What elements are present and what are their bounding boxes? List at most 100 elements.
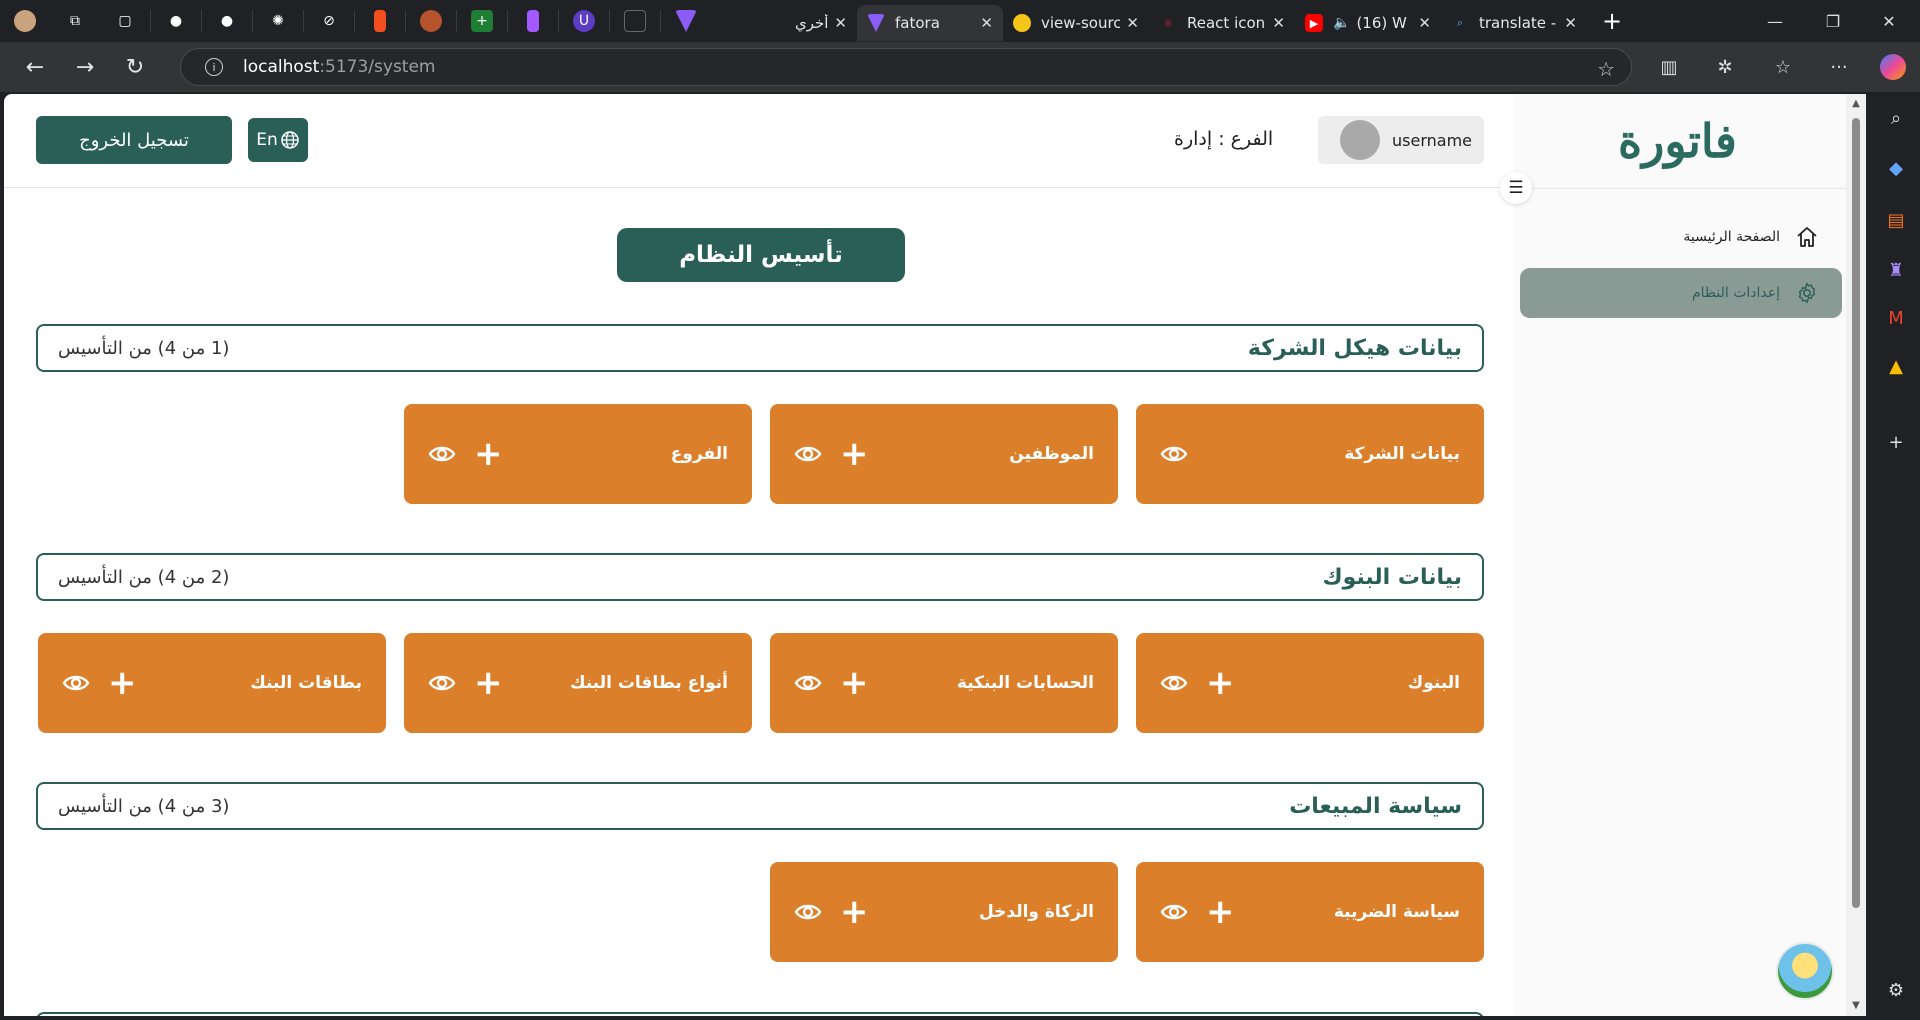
sidebar-item-system-settings[interactable]: إعدادات النظام <box>1520 268 1842 318</box>
eye-icon[interactable] <box>794 898 822 926</box>
back-button[interactable]: ← <box>10 42 60 92</box>
tab-other[interactable]: أخري ✕ <box>711 5 857 41</box>
scroll-up-icon[interactable]: ▲ <box>1850 98 1862 110</box>
plus-icon[interactable]: + <box>1206 895 1235 929</box>
card-branches[interactable]: + الفروع <box>404 404 752 504</box>
pinned-tab-github-1[interactable]: ● <box>151 0 201 42</box>
more-button[interactable]: ··· <box>1814 42 1864 92</box>
page-title: تأسيس النظام <box>617 228 905 282</box>
logout-button[interactable]: تسجيل الخروج <box>36 116 232 164</box>
pinned-tab-openai[interactable]: ✺ <box>253 0 303 42</box>
floating-island-icon[interactable] <box>1776 942 1834 1000</box>
edge-sidebar: ⌕ ◆ ▤ ♜ M ▲ + ⚙ <box>1872 92 1920 1020</box>
card-label: أنواع بطاقات البنك <box>570 673 728 693</box>
copilot-button[interactable] <box>1868 42 1918 92</box>
speaker-icon[interactable]: 🔈 <box>1333 15 1350 31</box>
favorites-button[interactable]: ☆ <box>1758 42 1808 92</box>
profile-avatar[interactable] <box>0 0 50 42</box>
games-icon[interactable]: ♜ <box>1884 258 1908 282</box>
info-icon[interactable]: i <box>205 58 223 76</box>
scroll-down-icon[interactable]: ▼ <box>1850 1000 1862 1012</box>
close-window-button[interactable]: ✕ <box>1864 0 1914 42</box>
branch-info: الفرع : إدارة <box>1174 128 1273 150</box>
card-label: بيانات الشركة <box>1344 444 1460 464</box>
plus-icon[interactable]: + <box>1206 666 1235 700</box>
pinned-tab-figma-1[interactable] <box>355 0 405 42</box>
card-employees[interactable]: + الموظفين <box>770 404 1118 504</box>
scrollbar-thumb[interactable] <box>1852 118 1860 908</box>
pinned-tab-sheets[interactable]: + <box>457 0 507 42</box>
ball-icon <box>420 10 442 32</box>
tag-icon[interactable]: ◆ <box>1884 156 1908 180</box>
sidebar-item-home[interactable]: الصفحة الرئيسية <box>1520 212 1842 262</box>
split-screen-button[interactable]: ▥ <box>1644 42 1694 92</box>
eye-icon[interactable] <box>428 669 456 697</box>
toolbox-icon[interactable]: ▤ <box>1884 208 1908 232</box>
pinned-tab-figma-2[interactable] <box>508 0 558 42</box>
plus-icon[interactable]: + <box>840 895 869 929</box>
close-icon[interactable]: ✕ <box>1418 14 1431 32</box>
pinned-tab-github-2[interactable]: ● <box>202 0 252 42</box>
add-icon[interactable]: + <box>1884 430 1908 454</box>
tab-fatora[interactable]: fatora ✕ <box>857 5 1003 41</box>
eye-icon[interactable] <box>428 440 456 468</box>
close-icon[interactable]: ✕ <box>1564 14 1577 32</box>
url-input[interactable]: i localhost:5173/system ☆ <box>180 48 1632 86</box>
sidebar-toggle-button[interactable]: ☰ <box>1500 172 1532 204</box>
card-bank-card-types[interactable]: + أنواع بطاقات البنك <box>404 633 752 733</box>
plus-icon[interactable]: + <box>108 666 137 700</box>
pinned-tab-u[interactable]: U <box>559 0 609 42</box>
language-toggle-button[interactable]: En <box>248 118 308 162</box>
user-menu[interactable]: username <box>1318 116 1484 164</box>
minimize-button[interactable]: — <box>1750 0 1800 42</box>
plus-icon[interactable]: + <box>474 437 503 471</box>
extensions-button[interactable]: ✲ <box>1700 42 1750 92</box>
workspaces-button[interactable]: ⧉ <box>50 0 100 42</box>
tab-youtube[interactable]: ▶ 🔈 (16) W ✕ <box>1295 5 1441 41</box>
forward-button[interactable]: → <box>60 42 110 92</box>
maximize-button[interactable]: ❐ <box>1808 0 1858 42</box>
pinned-tab-slash[interactable]: ⊘ <box>304 0 354 42</box>
branch-value: إدارة <box>1174 128 1213 150</box>
plus-icon[interactable]: + <box>840 666 869 700</box>
page-scrollbar[interactable]: ▲ ▼ <box>1846 94 1866 1016</box>
pinned-tab-calendar[interactable] <box>610 0 660 42</box>
vertical-tabs-button[interactable]: ▢ <box>100 0 150 42</box>
close-icon[interactable]: ✕ <box>1272 14 1285 32</box>
eye-icon[interactable] <box>1160 669 1188 697</box>
close-icon[interactable]: ✕ <box>980 14 993 32</box>
reload-button[interactable]: ↻ <box>110 42 160 92</box>
eye-icon[interactable] <box>794 440 822 468</box>
split-icon: ▥ <box>1660 56 1678 78</box>
plus-icon[interactable]: + <box>840 437 869 471</box>
search-icon[interactable]: ⌕ <box>1884 106 1908 130</box>
calendar-icon <box>624 10 646 32</box>
eye-icon[interactable] <box>1160 440 1188 468</box>
card-zakat-income[interactable]: + الزكاة والدخل <box>770 862 1118 962</box>
card-label: الزكاة والدخل <box>978 902 1094 922</box>
drive-icon[interactable]: ▲ <box>1884 354 1908 378</box>
close-icon[interactable]: ✕ <box>1126 14 1139 32</box>
tab-react-icons[interactable]: ⚛ React icon ✕ <box>1149 5 1295 41</box>
react-icon: ⚛ <box>1163 16 1173 30</box>
close-icon[interactable]: ✕ <box>834 14 847 32</box>
card-bank-accounts[interactable]: + الحسابات البنكية <box>770 633 1118 733</box>
eye-icon[interactable] <box>62 669 90 697</box>
card-banks[interactable]: + البنوك <box>1136 633 1484 733</box>
gmail-icon[interactable]: M <box>1884 306 1908 330</box>
new-tab-button[interactable]: + <box>1587 0 1637 42</box>
tab-translate[interactable]: ⌕ translate - ✕ <box>1441 5 1587 41</box>
plus-icon[interactable]: + <box>474 666 503 700</box>
eye-icon[interactable] <box>794 669 822 697</box>
pinned-tab-vite[interactable] <box>661 0 711 42</box>
figma-icon <box>374 10 386 32</box>
card-tax-policy[interactable]: + سياسة الضريبة <box>1136 862 1484 962</box>
settings-icon[interactable]: ⚙ <box>1884 978 1908 1002</box>
tab-view-source[interactable]: view-sourc ✕ <box>1003 5 1149 41</box>
eye-icon[interactable] <box>1160 898 1188 926</box>
card-bank-cards[interactable]: + بطاقات البنك <box>38 633 386 733</box>
star-icon[interactable]: ☆ <box>1597 57 1615 81</box>
pinned-tab-ball[interactable] <box>406 0 456 42</box>
card-company-data[interactable]: بيانات الشركة <box>1136 404 1484 504</box>
github-icon: ● <box>169 13 183 29</box>
